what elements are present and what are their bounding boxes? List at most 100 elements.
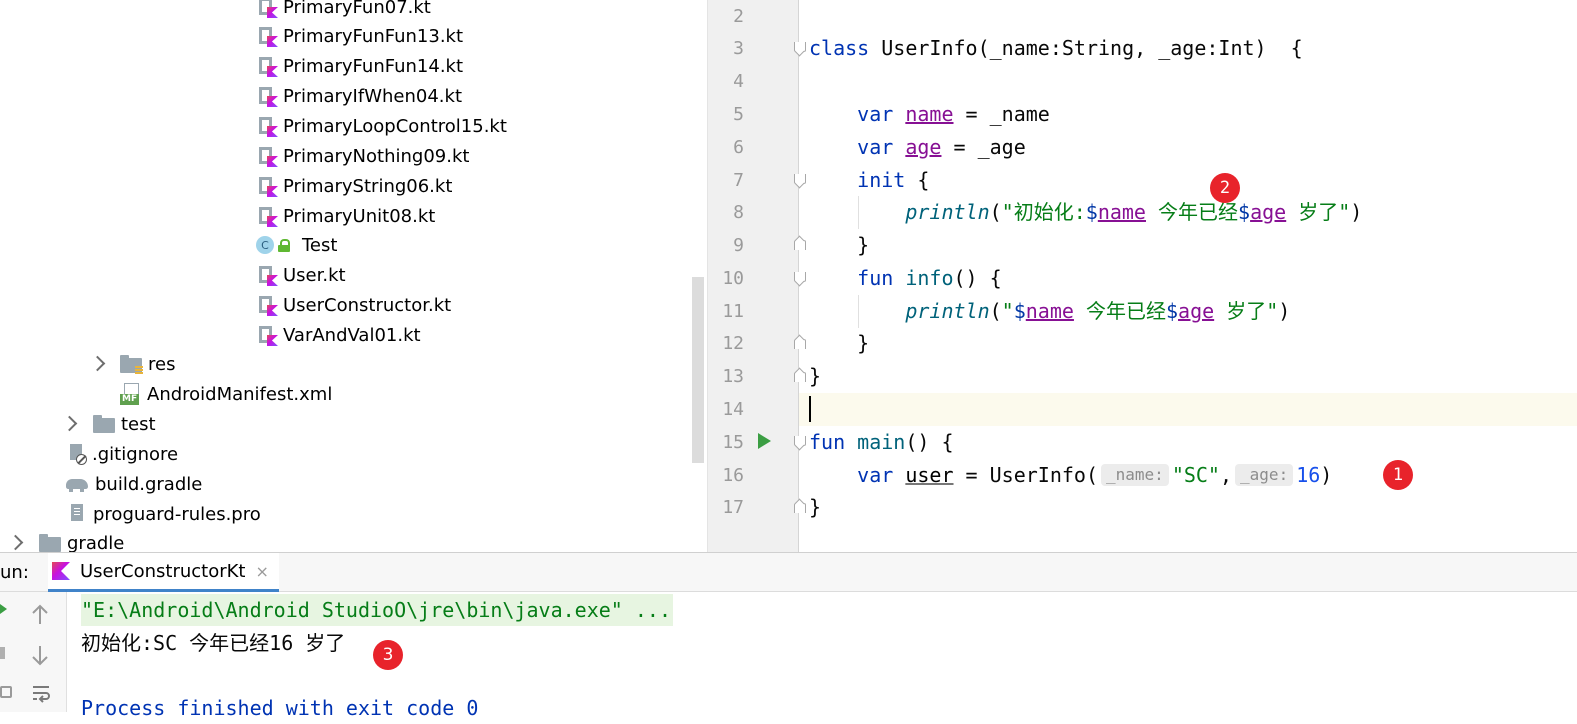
- file-label: proguard-rules.pro: [93, 503, 261, 525]
- lock-icon: [278, 238, 290, 252]
- tree-file-test[interactable]: C Test: [256, 230, 337, 260]
- line-number: 3: [733, 38, 744, 59]
- code-line: println("$name 今年已经$age 岁了"): [905, 299, 1291, 323]
- code-line: fun main() {: [809, 430, 954, 454]
- file-label: build.gradle: [95, 473, 203, 495]
- restore-layout-icon[interactable]: [0, 686, 12, 698]
- fold-icon[interactable]: [793, 174, 806, 186]
- folder-label: res: [148, 353, 176, 375]
- run-main-icon[interactable]: [758, 433, 771, 449]
- manifest-file-icon: MF: [120, 383, 142, 405]
- line-number: 13: [722, 366, 744, 387]
- text-caret: [809, 396, 811, 422]
- line-number: 7: [733, 170, 744, 191]
- tree-file-androidmanifest[interactable]: MF AndroidManifest.xml: [120, 379, 332, 409]
- chevron-right-icon[interactable]: [7, 534, 24, 551]
- line-number: 16: [722, 465, 744, 486]
- tree-file-varandval01[interactable]: VarAndVal01.kt: [256, 320, 421, 350]
- tree-file-primaryfunfun14[interactable]: PrimaryFunFun14.kt: [256, 51, 463, 81]
- line-number: 11: [722, 301, 744, 322]
- file-label: AndroidManifest.xml: [147, 383, 333, 405]
- code-line: class UserInfo(_name:String, _age:Int) {: [809, 36, 1303, 60]
- tree-scrollbar[interactable]: [692, 277, 704, 463]
- kotlin-file-icon: [256, 145, 278, 167]
- run-console[interactable]: "E:\Android\Android StudioO\jre\bin\java…: [0, 592, 1577, 720]
- kotlin-file-icon: [256, 264, 278, 286]
- console-command-line: "E:\Android\Android StudioO\jre\bin\java…: [81, 594, 674, 626]
- console-output-line: 初始化:SC 今年已经16 岁了: [81, 631, 346, 655]
- folder-icon: [39, 534, 61, 552]
- tree-file-build-gradle[interactable]: build.gradle: [66, 469, 202, 499]
- file-label: UserConstructor.kt: [283, 294, 452, 316]
- tree-file-user[interactable]: User.kt: [256, 260, 346, 290]
- arrow-down-icon[interactable]: [31, 644, 49, 666]
- tree-file-primaryunit08[interactable]: PrimaryUnit08.kt: [256, 201, 435, 231]
- code-line: fun info() {: [857, 266, 1002, 290]
- fold-icon[interactable]: [793, 436, 806, 448]
- kotlin-file-icon: [256, 115, 278, 137]
- kotlin-file-icon: [256, 0, 278, 18]
- run-tab-userconstructorkt[interactable]: UserConstructorKt ×: [48, 553, 279, 592]
- tree-file-userconstructor[interactable]: UserConstructor.kt: [256, 290, 451, 320]
- fold-icon[interactable]: [793, 369, 806, 382]
- file-label: Test: [302, 234, 338, 256]
- folder-label: gradle: [67, 532, 125, 553]
- fold-icon[interactable]: [793, 237, 806, 250]
- file-label: PrimaryString06.kt: [283, 175, 453, 197]
- file-label: VarAndVal01.kt: [283, 324, 421, 346]
- tree-file-primaryfunfun13[interactable]: PrimaryFunFun13.kt: [256, 21, 463, 51]
- code-line: println("初始化:$name 今年已经$age 岁了"): [905, 200, 1363, 224]
- close-icon[interactable]: ×: [256, 562, 269, 581]
- file-label: PrimaryUnit08.kt: [283, 205, 436, 227]
- kotlin-file-icon: [256, 85, 278, 107]
- folder-label: test: [121, 413, 156, 435]
- run-tab-label: UserConstructorKt: [80, 560, 246, 582]
- tree-file-proguard[interactable]: proguard-rules.pro: [66, 499, 261, 529]
- annotation-badge-3: 3: [373, 640, 403, 670]
- tree-folder-test[interactable]: test: [93, 409, 156, 439]
- line-number: 15: [722, 432, 744, 453]
- text-file-icon: [66, 503, 88, 525]
- line-number: 5: [733, 104, 744, 125]
- line-number: 4: [733, 71, 744, 92]
- chevron-right-icon[interactable]: [61, 415, 78, 432]
- fold-icon[interactable]: [793, 272, 806, 284]
- fold-icon[interactable]: [793, 336, 806, 349]
- file-label: .gitignore: [92, 443, 179, 465]
- kotlin-file-icon: [256, 324, 278, 346]
- arrow-up-icon[interactable]: [31, 604, 49, 626]
- run-label: un:: [0, 562, 29, 583]
- line-number: 14: [722, 399, 744, 420]
- rerun-icon[interactable]: [0, 604, 7, 614]
- tree-file-primarynothing09[interactable]: PrimaryNothing09.kt: [256, 141, 469, 171]
- file-label: PrimaryFunFun14.kt: [283, 55, 464, 77]
- code-line: }: [857, 331, 870, 355]
- fold-icon[interactable]: [793, 42, 806, 54]
- tree-folder-gradle[interactable]: gradle: [39, 528, 124, 552]
- tree-file-primaryloopcontrol15[interactable]: PrimaryLoopControl15.kt: [256, 111, 507, 141]
- line-number: 8: [733, 202, 744, 223]
- kotlin-file-icon: [256, 175, 278, 197]
- chevron-right-icon[interactable]: [89, 355, 106, 372]
- tree-file-primarystring06[interactable]: PrimaryString06.kt: [256, 171, 452, 201]
- code-line: }: [857, 233, 870, 257]
- tree-file-gitignore[interactable]: .gitignore: [66, 439, 178, 469]
- kotlin-file-icon: [256, 205, 278, 227]
- tree-file-primaryifwhen04[interactable]: PrimaryIfWhen04.kt: [256, 81, 462, 111]
- code-line: }: [809, 495, 822, 519]
- fold-icon[interactable]: [793, 500, 806, 513]
- run-toolbar: [0, 592, 67, 712]
- ignored-file-icon: [66, 443, 88, 465]
- line-number: 6: [733, 137, 744, 158]
- annotation-badge-1: 1: [1383, 460, 1413, 490]
- code-editor[interactable]: 2 3 4 5 6 7 8 9 10 11 12 13 14 15 16 17 …: [707, 0, 1577, 552]
- soft-wrap-icon[interactable]: [31, 684, 51, 704]
- console-process-finished: Process finished with exit code 0: [81, 696, 479, 720]
- tree-file-primaryfun07[interactable]: PrimaryFun07.kt: [256, 0, 431, 22]
- code-line: var name = _name: [857, 102, 1050, 126]
- kotlin-class-icon: C: [256, 236, 274, 254]
- gradle-elephant-icon: [66, 476, 90, 492]
- tree-folder-res[interactable]: res: [120, 349, 175, 379]
- editor-gutter: 2 3 4 5 6 7 8 9 10 11 12 13 14 15 16 17: [708, 0, 806, 552]
- stop-icon[interactable]: [0, 647, 5, 659]
